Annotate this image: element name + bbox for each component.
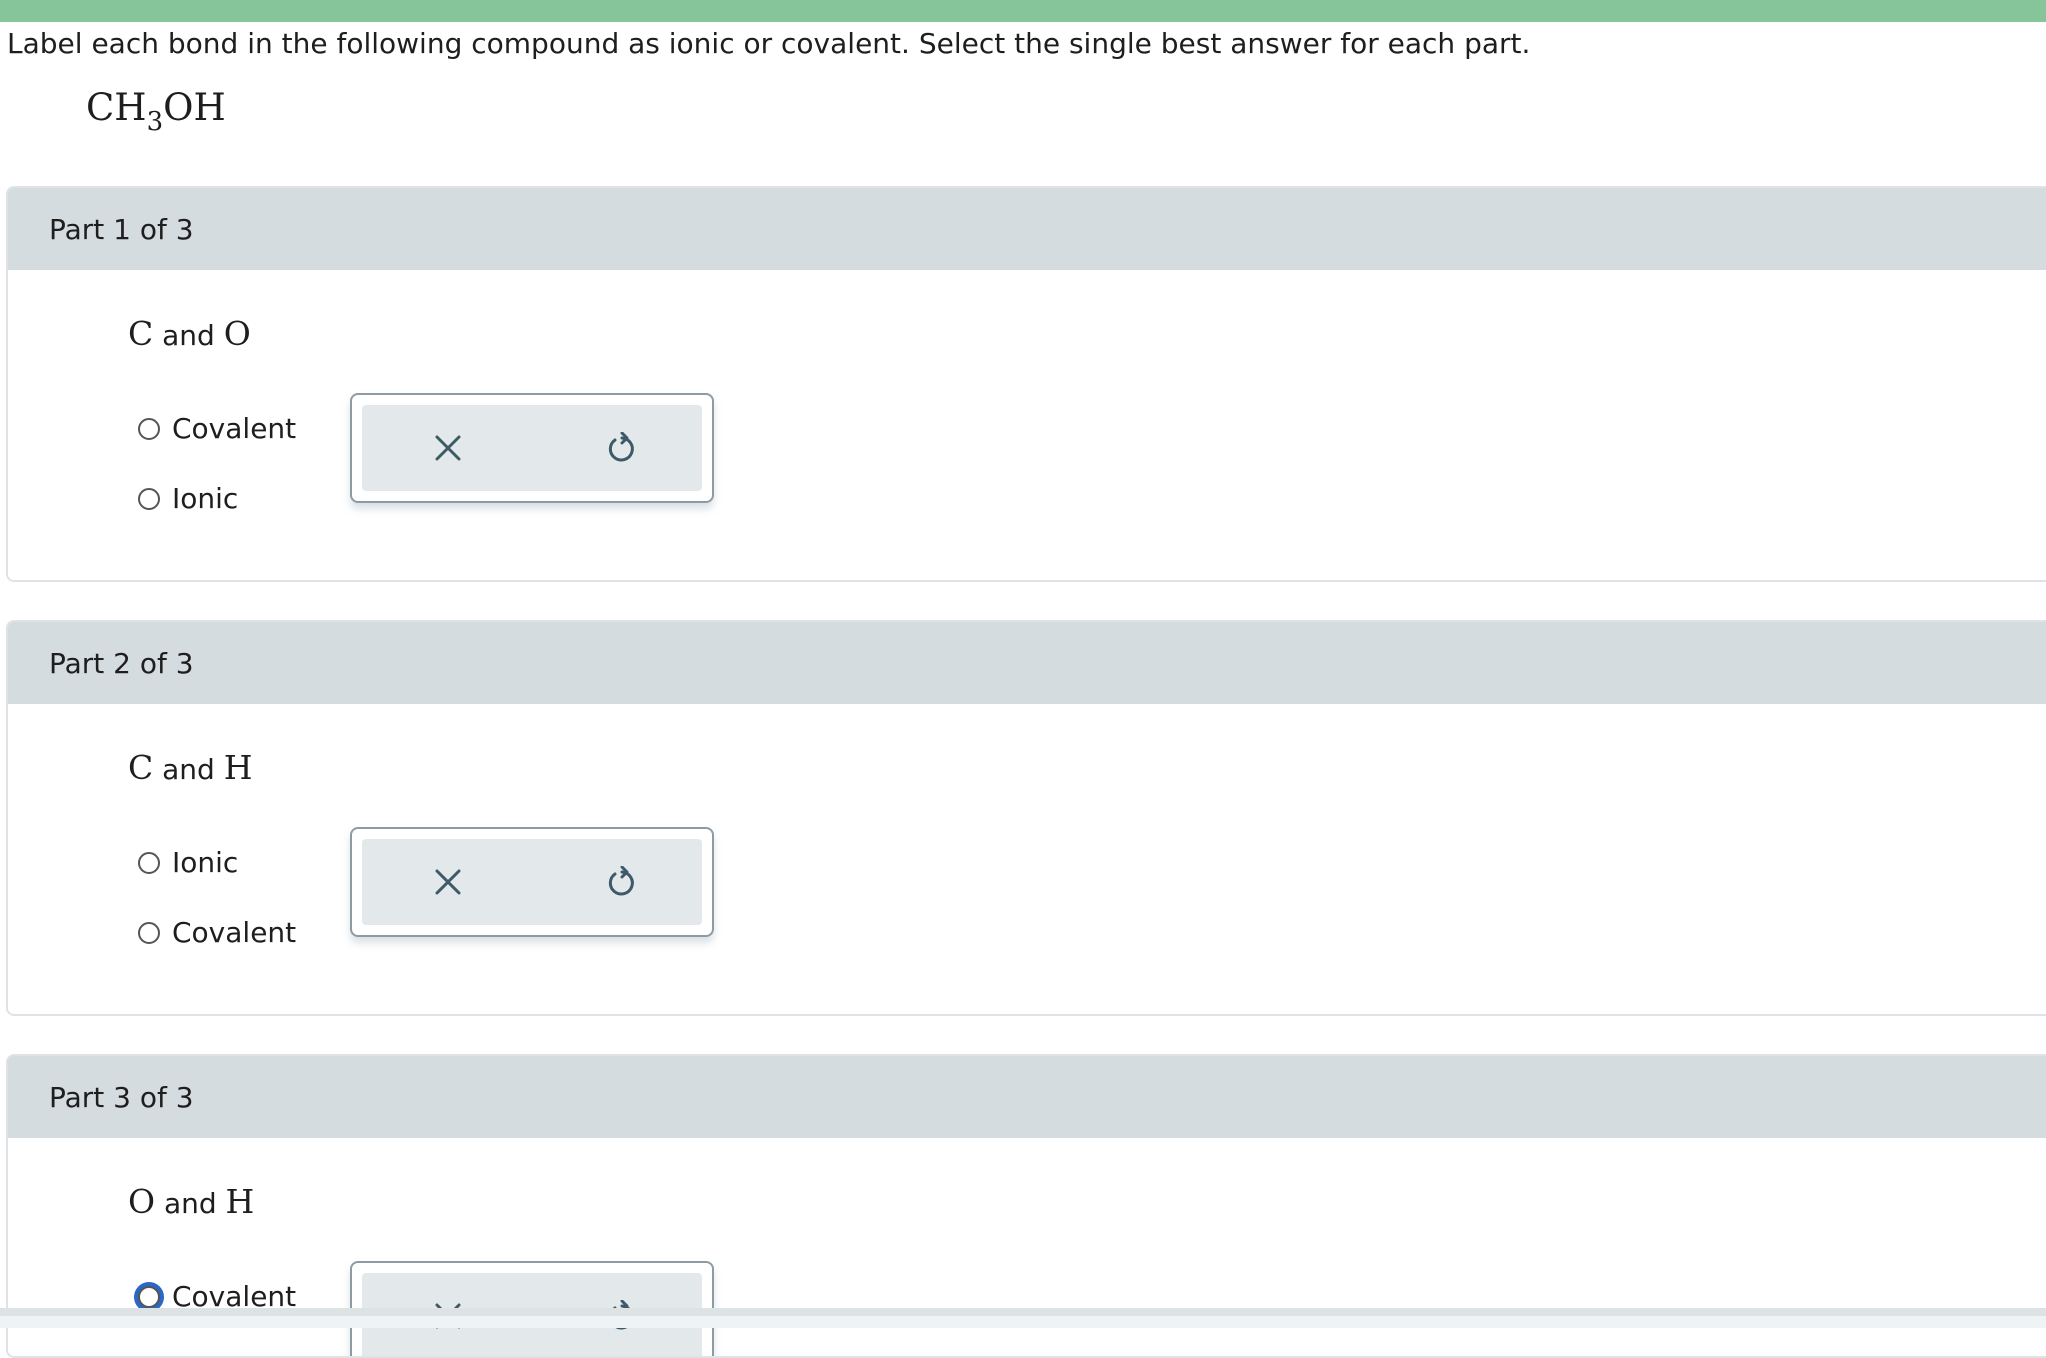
part-1-option-ionic[interactable]: Ionic	[138, 482, 238, 515]
part-2-option-covalent[interactable]: Covalent	[138, 916, 296, 949]
part-3-header: Part 3 of 3	[8, 1056, 2046, 1138]
reset-button[interactable]	[596, 857, 646, 907]
top-accent-bar	[0, 0, 2046, 22]
clear-button[interactable]	[423, 857, 473, 907]
radio-button[interactable]	[138, 487, 160, 510]
toolbox-inner	[362, 405, 702, 491]
option-label: Covalent	[172, 916, 297, 949]
undo-icon	[608, 432, 634, 462]
part-3-question: O and H	[128, 1182, 255, 1221]
radio-button[interactable]	[138, 851, 160, 874]
close-icon	[435, 435, 461, 461]
part-2-question: C and H	[128, 748, 253, 787]
toolbox-inner	[362, 839, 702, 925]
reset-button[interactable]	[596, 423, 646, 473]
option-label: Covalent	[172, 412, 297, 445]
part-1-panel: Part 1 of 3 C and O Covalent Ionic	[6, 186, 2046, 582]
part-2-answer-toolbox	[350, 827, 714, 937]
part-1-header: Part 1 of 3	[8, 188, 2046, 270]
close-icon	[435, 869, 461, 895]
option-label: Ionic	[172, 846, 239, 879]
part-2-option-ionic[interactable]: Ionic	[138, 846, 238, 879]
radio-button[interactable]	[138, 1285, 160, 1308]
question-prompt: Label each bond in the following compoun…	[7, 27, 1531, 60]
radio-button[interactable]	[138, 921, 160, 944]
part-1-option-covalent[interactable]: Covalent	[138, 412, 296, 445]
part-1-answer-toolbox	[350, 393, 714, 503]
part-2-header: Part 2 of 3	[8, 622, 2046, 704]
option-label: Ionic	[172, 482, 239, 515]
radio-button[interactable]	[138, 417, 160, 440]
compound-formula: CH3OH	[86, 86, 226, 137]
part-1-question: C and O	[128, 314, 251, 353]
clear-button[interactable]	[423, 423, 473, 473]
horizontal-scrollbar[interactable]	[0, 1308, 2046, 1328]
part-2-panel: Part 2 of 3 C and H Ionic Covalent	[6, 620, 2046, 1016]
undo-icon	[608, 866, 634, 896]
